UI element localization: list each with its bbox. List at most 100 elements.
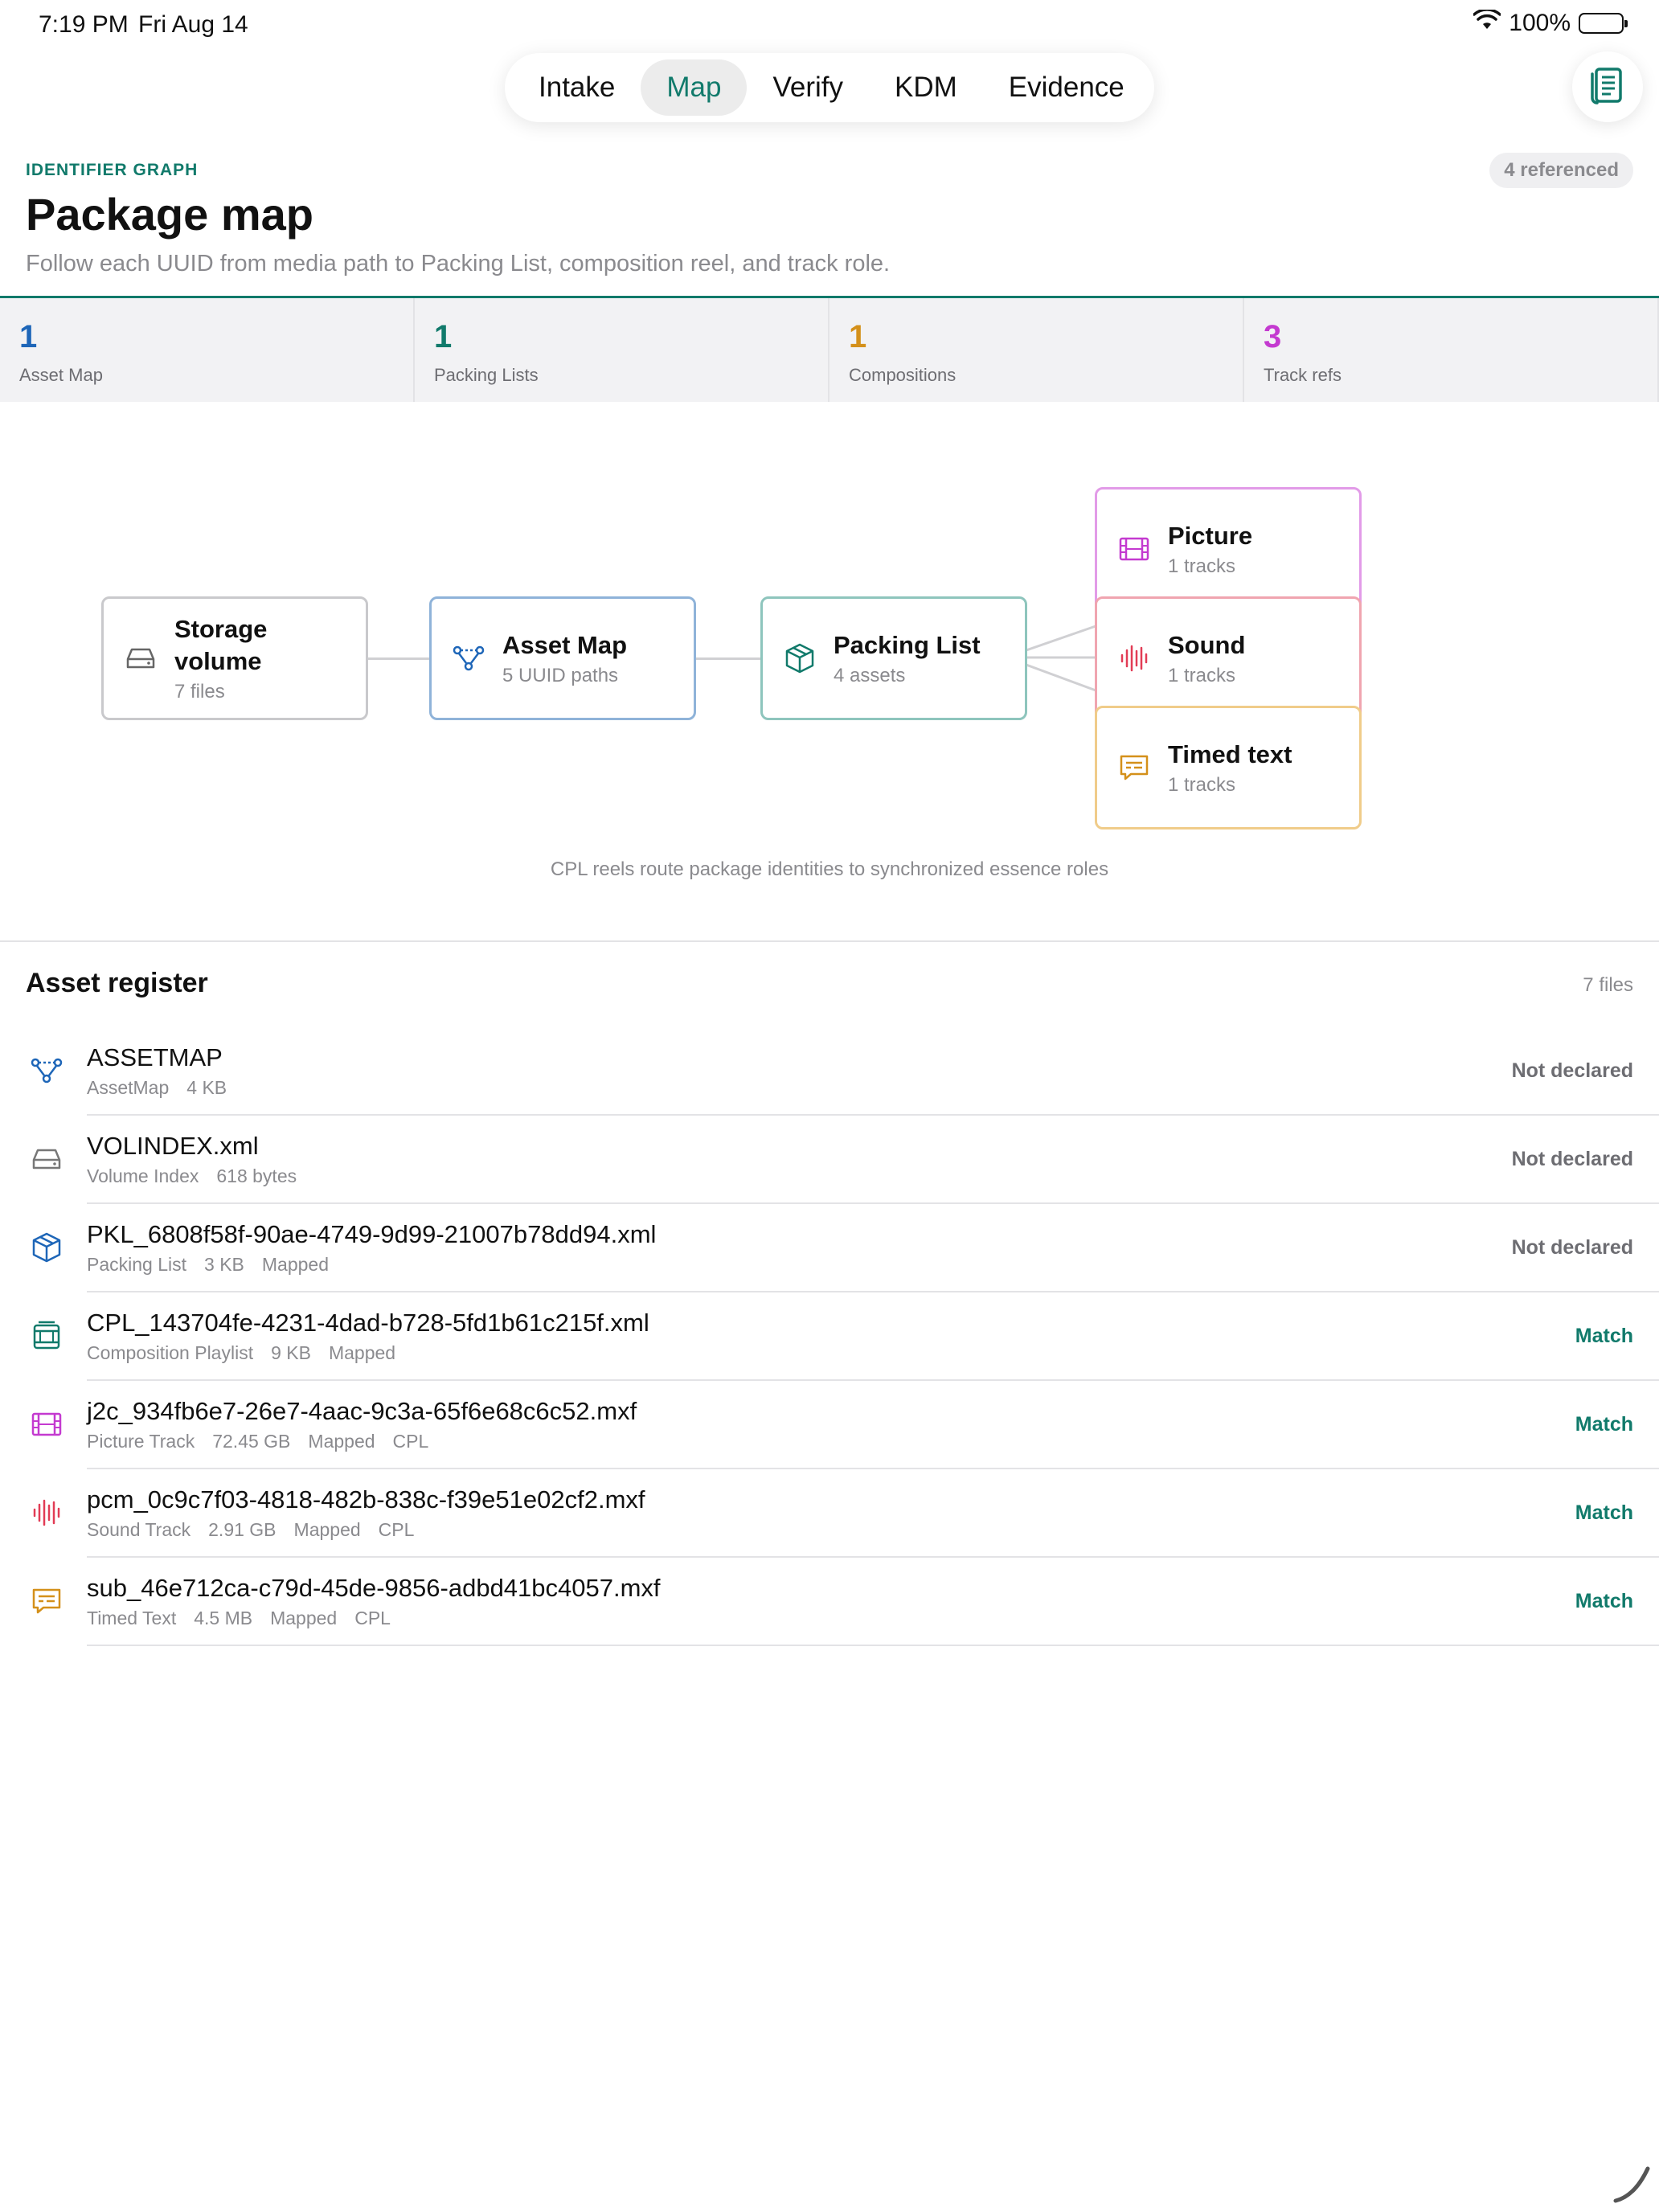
file-meta: Sound Track 2.91 GB Mapped CPL bbox=[87, 1519, 414, 1541]
stats-strip: 1 Asset Map 1 Packing Lists 1 Compositio… bbox=[0, 296, 1659, 402]
status-indicators: 100% bbox=[1473, 8, 1628, 37]
file-type: Composition Playlist bbox=[87, 1342, 254, 1363]
file-mapped: Mapped bbox=[308, 1431, 375, 1452]
status-badge: Match bbox=[1575, 1413, 1633, 1436]
stat-track-refs: 3 Track refs bbox=[1244, 298, 1659, 402]
list-item[interactable]: CPL_143704fe-4231-4dad-b728-5fd1b61c215f… bbox=[0, 1292, 1659, 1381]
node-title: Timed text bbox=[1168, 740, 1292, 768]
package-diagram: Storage volume 7 files Asset Map 5 UUID … bbox=[0, 402, 1659, 940]
register-count: 7 files bbox=[1583, 974, 1633, 996]
connector-line bbox=[694, 657, 762, 660]
document-icon bbox=[1590, 66, 1625, 109]
node-picture[interactable]: Picture 1 tracks bbox=[1095, 487, 1362, 611]
status-badge: Match bbox=[1575, 1325, 1633, 1347]
connector-line bbox=[367, 657, 431, 660]
stat-label: Track refs bbox=[1264, 365, 1342, 385]
tab-intake[interactable]: Intake bbox=[513, 59, 641, 116]
list-item[interactable]: pcm_0c9c7f03-4818-482b-838c-f39e51e02cf2… bbox=[0, 1469, 1659, 1558]
file-mapped: Mapped bbox=[328, 1342, 396, 1363]
list-item[interactable]: j2c_934fb6e7-26e7-4aac-9c3a-65f6e68c6c52… bbox=[0, 1381, 1659, 1469]
graph-icon bbox=[451, 641, 486, 676]
film-icon bbox=[1116, 531, 1152, 567]
node-storage-volume[interactable]: Storage volume 7 files bbox=[101, 596, 368, 720]
node-title: Packing List bbox=[834, 631, 981, 659]
reel-icon bbox=[29, 1318, 64, 1354]
page-subtitle: Follow each UUID from media path to Pack… bbox=[26, 251, 891, 276]
node-packing-list[interactable]: Packing List 4 assets bbox=[760, 596, 1027, 720]
file-meta: Volume Index 618 bytes bbox=[87, 1165, 297, 1187]
file-size: 9 KB bbox=[271, 1342, 311, 1363]
file-meta: AssetMap 4 KB bbox=[87, 1077, 227, 1099]
caption-icon bbox=[1116, 750, 1152, 785]
stat-label: Asset Map bbox=[19, 365, 103, 385]
stat-label: Packing Lists bbox=[434, 365, 539, 385]
node-title: Asset Map bbox=[502, 631, 628, 659]
battery-icon bbox=[1579, 13, 1628, 34]
node-subtitle: 5 UUID paths bbox=[502, 665, 619, 686]
list-item[interactable]: PKL_6808f58f-90ae-4749-9d99-21007b78dd94… bbox=[0, 1204, 1659, 1292]
file-meta: Packing List 3 KB Mapped bbox=[87, 1254, 329, 1276]
file-type: AssetMap bbox=[87, 1077, 170, 1098]
file-name: VOLINDEX.xml bbox=[87, 1132, 259, 1160]
list-item[interactable]: VOLINDEX.xml Volume Index 618 bytes Not … bbox=[0, 1116, 1659, 1204]
referenced-badge: 4 referenced bbox=[1489, 153, 1633, 188]
file-mapped: Mapped bbox=[293, 1519, 361, 1540]
status-badge: Not declared bbox=[1511, 1236, 1633, 1259]
file-size: 4.5 MB bbox=[194, 1608, 253, 1628]
resize-handle[interactable] bbox=[1611, 2164, 1653, 2206]
file-size: 618 bytes bbox=[216, 1165, 297, 1186]
list-item[interactable]: ASSETMAP AssetMap 4 KB Not declared bbox=[0, 1027, 1659, 1116]
file-name: pcm_0c9c7f03-4818-482b-838c-f39e51e02cf2… bbox=[87, 1485, 645, 1514]
node-timed-text[interactable]: Timed text 1 tracks bbox=[1095, 706, 1362, 830]
file-meta: Timed Text 4.5 MB Mapped CPL bbox=[87, 1608, 391, 1629]
register-title: Asset register bbox=[26, 968, 208, 998]
stat-packing-lists: 1 Packing Lists bbox=[415, 298, 830, 402]
caption-icon bbox=[29, 1583, 64, 1619]
file-type: Timed Text bbox=[87, 1608, 177, 1628]
node-title: Storage volume bbox=[174, 615, 268, 675]
tab-kdm[interactable]: KDM bbox=[869, 59, 983, 116]
node-subtitle: 7 files bbox=[174, 681, 225, 703]
file-name: CPL_143704fe-4231-4dad-b728-5fd1b61c215f… bbox=[87, 1309, 649, 1337]
file-type: Volume Index bbox=[87, 1165, 199, 1186]
file-name: j2c_934fb6e7-26e7-4aac-9c3a-65f6e68c6c52… bbox=[87, 1397, 637, 1425]
stat-value: 1 bbox=[19, 319, 38, 354]
status-date: Fri Aug 14 bbox=[138, 11, 248, 38]
tab-verify[interactable]: Verify bbox=[747, 59, 869, 116]
tab-map[interactable]: Map bbox=[641, 59, 748, 116]
stat-label: Compositions bbox=[849, 365, 956, 385]
node-asset-map[interactable]: Asset Map 5 UUID paths bbox=[429, 596, 696, 720]
file-name: sub_46e712ca-c79d-45de-9856-adbd41bc4057… bbox=[87, 1574, 661, 1602]
document-button[interactable] bbox=[1572, 51, 1643, 122]
file-cpl: CPL bbox=[354, 1608, 391, 1628]
asset-register-list: ASSETMAP AssetMap 4 KB Not declared VOLI… bbox=[0, 1027, 1659, 1646]
stat-value: 3 bbox=[1264, 319, 1282, 354]
list-item[interactable]: sub_46e712ca-c79d-45de-9856-adbd41bc4057… bbox=[0, 1558, 1659, 1646]
file-size: 4 KB bbox=[186, 1077, 227, 1098]
graph-icon bbox=[29, 1053, 64, 1088]
node-sound[interactable]: Sound 1 tracks bbox=[1095, 596, 1362, 720]
waveform-icon bbox=[29, 1495, 64, 1530]
section-eyebrow: IDENTIFIER GRAPH bbox=[26, 161, 199, 179]
tab-evidence[interactable]: Evidence bbox=[983, 59, 1150, 116]
node-title: Sound bbox=[1168, 631, 1246, 659]
status-badge: Match bbox=[1575, 1590, 1633, 1612]
drive-icon bbox=[123, 641, 158, 676]
status-time: 7:19 PM bbox=[39, 11, 129, 38]
status-badge: Not declared bbox=[1511, 1148, 1633, 1170]
node-subtitle: 1 tracks bbox=[1168, 665, 1236, 686]
diagram-caption: CPL reels route package identities to sy… bbox=[550, 858, 1109, 880]
drive-icon bbox=[29, 1141, 64, 1177]
node-subtitle: 1 tracks bbox=[1168, 774, 1236, 796]
battery-percent: 100% bbox=[1509, 10, 1571, 36]
file-name: PKL_6808f58f-90ae-4749-9d99-21007b78dd94… bbox=[87, 1220, 657, 1248]
file-mapped: Mapped bbox=[261, 1254, 330, 1275]
file-meta: Picture Track 72.45 GB Mapped CPL bbox=[87, 1431, 428, 1452]
file-size: 3 KB bbox=[204, 1254, 244, 1275]
page-title: Package map bbox=[26, 189, 313, 240]
branch-connector bbox=[1024, 624, 1099, 693]
file-cpl: CPL bbox=[392, 1431, 429, 1452]
file-type: Picture Track bbox=[87, 1431, 195, 1452]
section-divider bbox=[0, 940, 1659, 942]
row-divider bbox=[87, 1645, 1659, 1646]
